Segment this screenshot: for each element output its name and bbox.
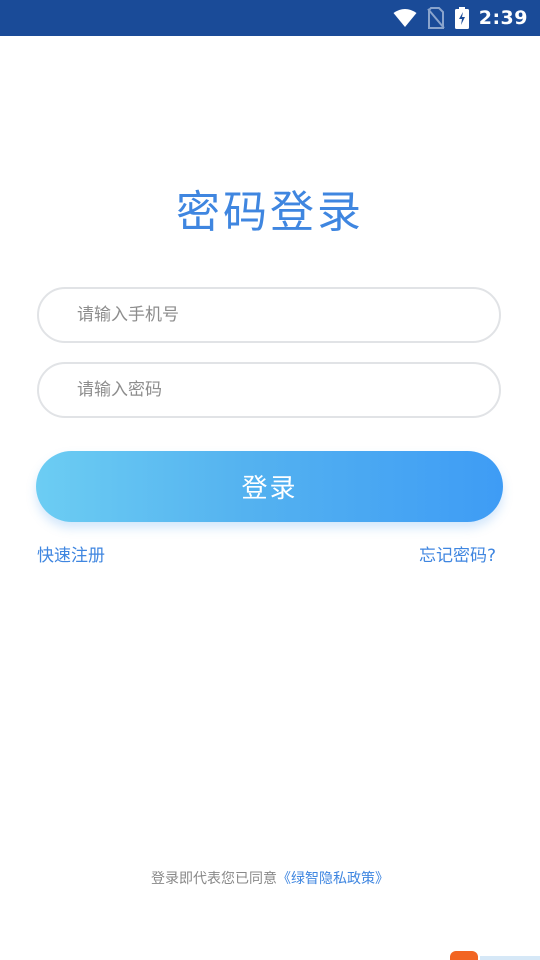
password-input[interactable]	[39, 364, 499, 416]
agreement-text: 登录即代表您已同意	[151, 871, 277, 887]
orange-badge-icon	[450, 951, 478, 960]
battery-charging-icon	[454, 7, 469, 29]
login-button[interactable]: 登录	[36, 451, 503, 522]
no-sim-icon	[426, 7, 445, 29]
wifi-icon	[393, 8, 417, 28]
page-title: 密码登录	[176, 187, 364, 238]
phone-field[interactable]	[37, 287, 501, 343]
login-button-label: 登录	[241, 474, 298, 504]
privacy-agreement: 登录即代表您已同意《绿智隐私政策》	[0, 868, 540, 888]
forgot-password-link[interactable]: 忘记密码?	[419, 541, 496, 566]
phone-input[interactable]	[39, 289, 499, 341]
privacy-policy-link[interactable]: 《绿智隐私政策》	[277, 871, 389, 887]
status-time: 2:39	[478, 7, 528, 29]
status-bar: 2:39	[0, 0, 540, 36]
corner-overlay	[450, 950, 540, 960]
register-link[interactable]: 快速注册	[37, 541, 105, 566]
overlay-bar	[480, 956, 540, 960]
password-field[interactable]	[37, 362, 501, 418]
status-icons: 2:39	[393, 0, 528, 36]
